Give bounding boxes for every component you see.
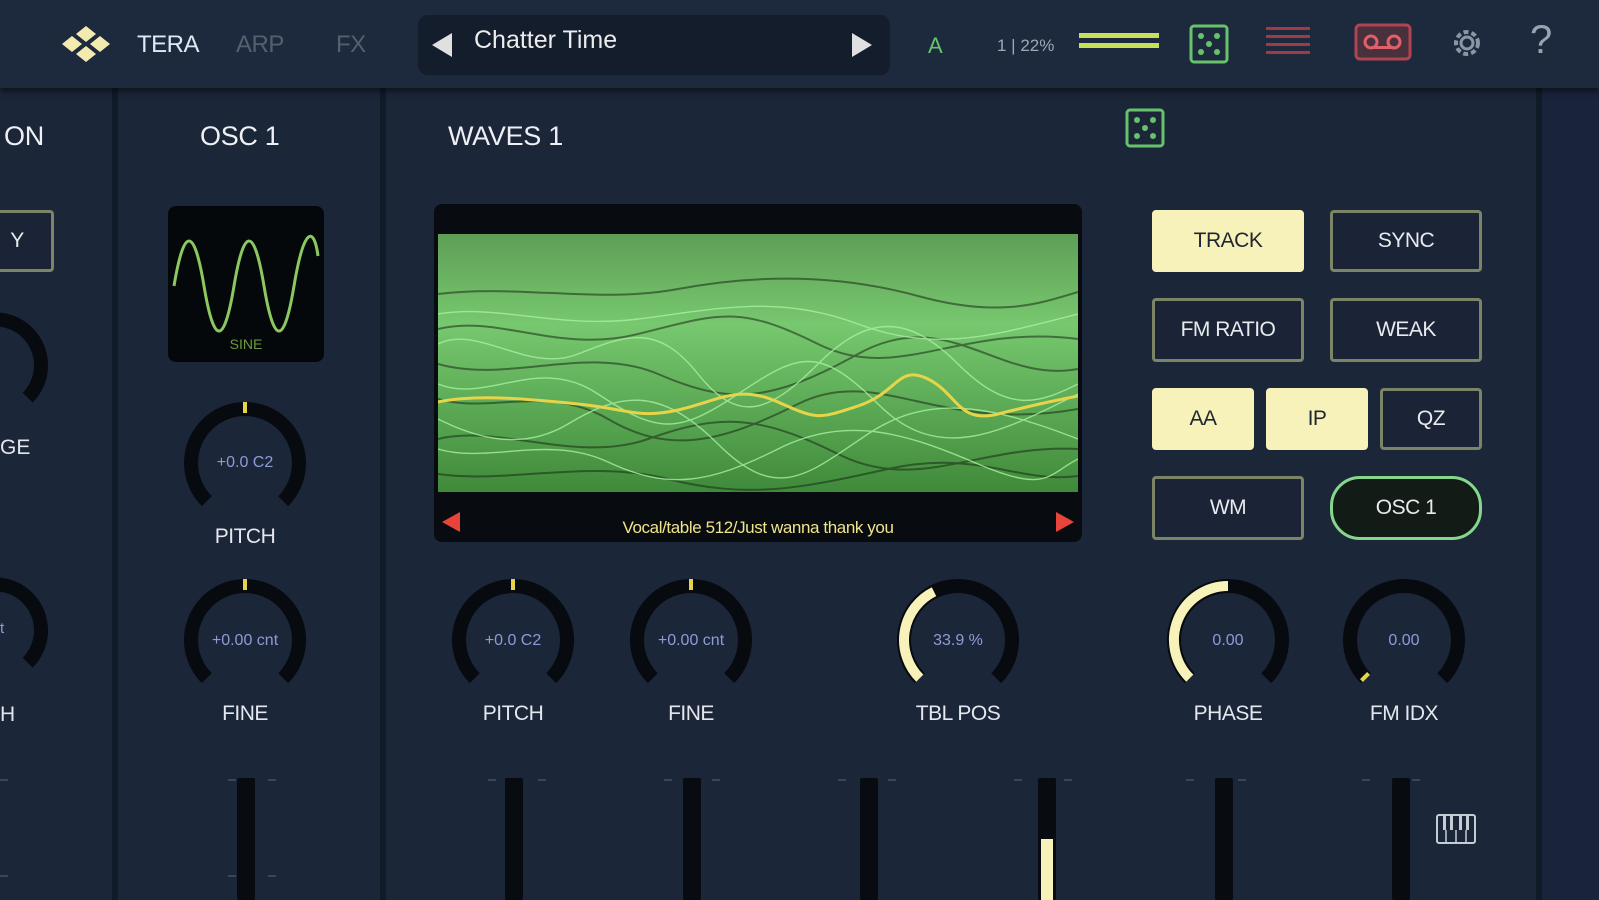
slider-ticks: [0, 779, 1420, 877]
qz-button-label: QZ: [1416, 407, 1446, 430]
keyboard-icon[interactable]: [1436, 814, 1476, 844]
wavetable-visual: [438, 234, 1078, 492]
sync-button[interactable]: SYNC: [1330, 210, 1482, 272]
waves1-pitch-value: +0.0 C2: [484, 632, 542, 649]
level-meter-icon: [1079, 33, 1159, 51]
mod-slider-tbl-pos[interactable]: [1038, 778, 1056, 900]
osc1-title: OSC 1: [200, 121, 280, 151]
left-panel-knob-label: GE: [0, 436, 31, 459]
randomize-dice-icon[interactable]: [1189, 24, 1229, 64]
fm-idx-label: FM IDX: [1369, 702, 1439, 725]
track-button[interactable]: TRACK: [1152, 210, 1304, 272]
mod-slider-phase[interactable]: [1215, 778, 1233, 900]
left-panel-title: ON: [4, 121, 44, 151]
weak-button-label: WEAK: [1376, 318, 1436, 341]
osc1-mod-source-button[interactable]: OSC 1: [1330, 476, 1482, 540]
mod-slider-fill: [1041, 839, 1053, 900]
osc1-fine-label: FINE: [222, 702, 268, 725]
left-panel-knob[interactable]: [0, 575, 50, 685]
track-button-label: TRACK: [1193, 229, 1263, 252]
phase-label: PHASE: [1193, 702, 1263, 725]
osc1-mod-source-label: OSC 1: [1375, 496, 1437, 519]
osc1-fine-value: +0.00 cnt: [211, 632, 279, 649]
fm-idx-value: 0.00: [1388, 632, 1420, 649]
previous-preset-icon[interactable]: [432, 33, 452, 57]
top-toolbar: TERA ARP FX Chatter Time A 1 | 22% ?: [0, 0, 1599, 88]
wavetable-name[interactable]: Vocal/table 512/Just wanna thank you: [434, 518, 1082, 538]
mod-slider-fine[interactable]: [683, 778, 701, 900]
next-preset-icon[interactable]: [852, 33, 872, 57]
osc1-pitch-value: +0.0 C2: [216, 454, 274, 471]
waves1-title: WAVES 1: [448, 121, 563, 151]
mod-slider-pitch[interactable]: [505, 778, 523, 900]
sync-button-label: SYNC: [1377, 229, 1435, 252]
left-panel-knob-label: H: [0, 703, 16, 726]
mod-slider-row: [0, 778, 1536, 900]
mod-slider-osc1-pitch[interactable]: [237, 778, 255, 900]
randomize-dice-icon[interactable]: [1125, 108, 1165, 148]
waves1-fine-value: +0.00 cnt: [657, 632, 725, 649]
fm-ratio-button-label: FM RATIO: [1180, 318, 1276, 341]
tab-fx[interactable]: FX: [336, 31, 366, 59]
wm-button[interactable]: WM: [1152, 476, 1304, 540]
right-edge-panel: [1542, 88, 1599, 900]
gear-icon[interactable]: [1449, 25, 1485, 61]
mod-slider-aux[interactable]: [860, 778, 878, 900]
tab-tera[interactable]: TERA: [137, 31, 200, 59]
waves1-pitch-label: PITCH: [482, 702, 544, 725]
cpu-meter-text: 1 | 22%: [997, 36, 1055, 55]
tbl-pos-value: 33.9 %: [933, 632, 983, 649]
osc1-pitch-label: PITCH: [214, 525, 276, 548]
wm-button-label: WM: [1209, 496, 1247, 519]
recorder-icon[interactable]: [1354, 21, 1412, 63]
osc-wave-label: SINE: [229, 336, 263, 352]
weak-button[interactable]: WEAK: [1330, 298, 1482, 362]
left-panel-knob-value: t: [0, 620, 5, 637]
tera-logo-icon[interactable]: [60, 24, 112, 64]
mod-slider-fm-idx[interactable]: [1392, 778, 1410, 900]
osc-waveform-display[interactable]: SINE: [168, 206, 324, 362]
help-icon[interactable]: ?: [1530, 18, 1552, 63]
left-panel-knob[interactable]: [0, 310, 50, 420]
ip-button[interactable]: IP: [1266, 388, 1368, 450]
ab-compare-button[interactable]: A: [928, 33, 943, 59]
preset-name[interactable]: Chatter Time: [474, 26, 617, 55]
wavetable-display[interactable]: [434, 204, 1082, 542]
tbl-pos-label: TBL POS: [915, 702, 1001, 725]
left-panel-button[interactable]: Y: [0, 210, 54, 272]
fm-ratio-button[interactable]: FM RATIO: [1152, 298, 1304, 362]
tab-arp[interactable]: ARP: [236, 31, 284, 59]
keyboard-lines-icon[interactable]: [1266, 25, 1310, 59]
aa-button[interactable]: AA: [1152, 388, 1254, 450]
aa-button-label: AA: [1189, 407, 1217, 430]
phase-value: 0.00: [1212, 632, 1244, 649]
left-panel-button-label: Y: [10, 229, 24, 252]
qz-button[interactable]: QZ: [1380, 388, 1482, 450]
ip-button-label: IP: [1307, 407, 1327, 430]
waves1-fine-label: FINE: [668, 702, 714, 725]
